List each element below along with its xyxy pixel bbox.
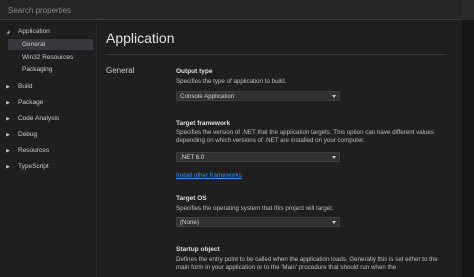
output-type-value: Console Application <box>180 93 235 100</box>
install-other-frameworks-link[interactable]: Install other frameworks <box>176 172 242 180</box>
window-edge <box>462 0 474 277</box>
target-os-description: Specifies the operating system that this… <box>176 205 334 212</box>
chevron-down-icon <box>332 95 336 98</box>
title-divider <box>106 54 446 55</box>
sidebar-nav: ◢ Application General Win32 Resources Pa… <box>0 22 96 277</box>
chevron-right-icon: ▶ <box>6 100 10 106</box>
sidebar-item-label: Packaging <box>22 66 53 73</box>
chevron-right-icon: ▶ <box>6 84 10 90</box>
search-bar <box>0 0 462 20</box>
startup-object-title: Startup object <box>176 246 220 253</box>
sidebar-item-win32-resources[interactable]: Win32 Resources <box>8 52 93 63</box>
sidebar-divider <box>96 22 97 277</box>
sidebar-item-label: Package <box>18 99 44 106</box>
chevron-down-icon <box>332 221 336 224</box>
startup-object-description: Defines the entry point to be called whe… <box>176 256 438 271</box>
sidebar-item-general[interactable]: General <box>8 39 93 50</box>
target-os-title: Target OS <box>176 195 207 202</box>
target-framework-description: Specifies the version of .NET that the a… <box>176 129 434 144</box>
project-properties-window: ◢ Application General Win32 Resources Pa… <box>0 0 474 277</box>
sidebar-item-label: Code Analysis <box>18 115 60 122</box>
sidebar-item-label: Build <box>18 83 33 90</box>
output-type-title: Output type <box>176 68 213 75</box>
chevron-right-icon: ▶ <box>6 132 10 138</box>
sidebar-item-label: General <box>22 41 46 48</box>
sidebar-item-packaging[interactable]: Packaging <box>8 64 93 75</box>
chevron-down-icon: ◢ <box>6 29 10 34</box>
target-framework-title: Target framework <box>176 120 231 127</box>
target-os-dropdown[interactable]: (None) <box>176 217 340 227</box>
sidebar-item-label: TypeScript <box>18 163 49 170</box>
output-type-description: Specifies the type of application to bui… <box>176 78 287 85</box>
search-input[interactable] <box>8 3 428 17</box>
chevron-right-icon: ▶ <box>6 148 10 154</box>
window-edge-top <box>462 0 474 20</box>
output-type-dropdown[interactable]: Console Application <box>176 91 340 101</box>
target-framework-value: .NET 6.0 <box>180 154 205 161</box>
chevron-right-icon: ▶ <box>6 164 10 170</box>
chevron-down-icon <box>332 156 336 159</box>
chevron-right-icon: ▶ <box>6 116 10 122</box>
sidebar-item-label: Debug <box>18 131 38 138</box>
section-label-general: General <box>106 66 135 75</box>
sidebar-item-label: Application <box>18 28 50 35</box>
sidebar-item-label: Win32 Resources <box>22 54 74 61</box>
sidebar-item-label: Resources <box>18 147 50 154</box>
page-title: Application <box>106 30 175 46</box>
target-os-value: (None) <box>180 219 199 226</box>
target-framework-dropdown[interactable]: .NET 6.0 <box>176 152 340 162</box>
